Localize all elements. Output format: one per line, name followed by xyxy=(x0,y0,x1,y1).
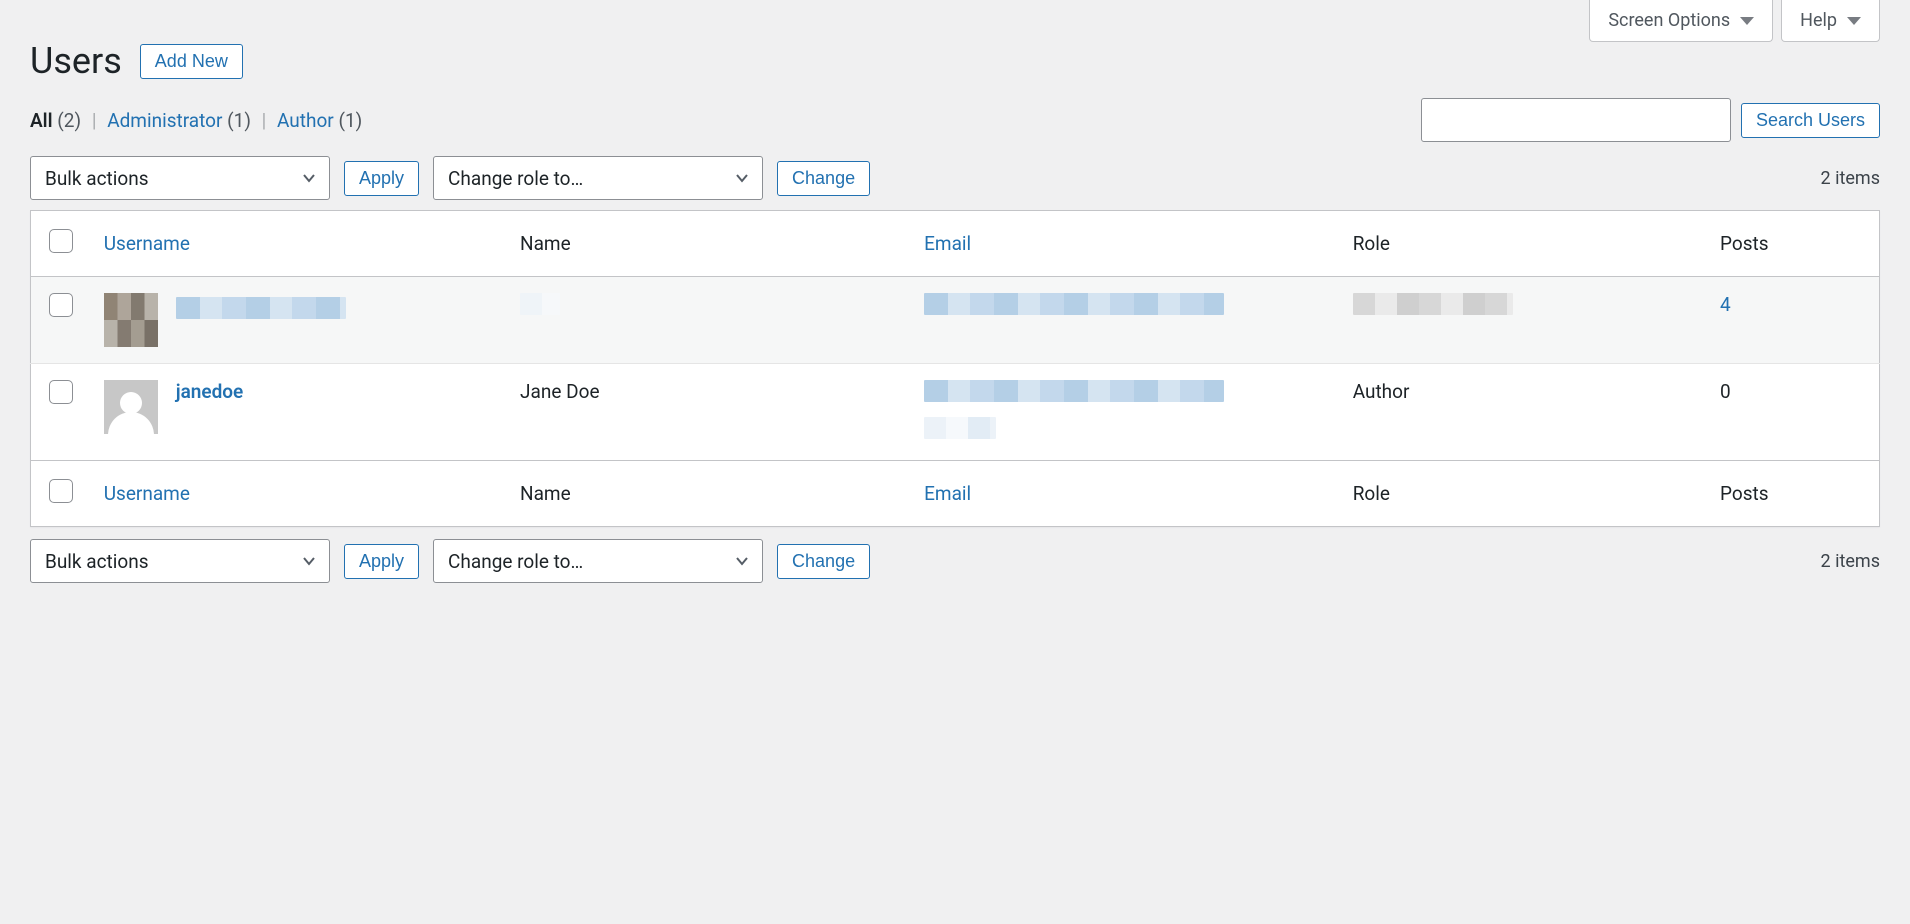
add-new-button[interactable]: Add New xyxy=(140,44,243,79)
table-row: janedoe Jane Doe Author 0 xyxy=(31,364,1880,461)
col-name: Name xyxy=(508,211,912,277)
filter-administrator[interactable]: Administrator (1) xyxy=(107,109,255,132)
apply-button[interactable]: Apply xyxy=(344,161,419,196)
col-posts: Posts xyxy=(1708,211,1879,277)
redacted-email xyxy=(924,380,1224,402)
chevron-down-icon xyxy=(734,553,750,569)
user-role: Author xyxy=(1341,364,1708,461)
filter-all[interactable]: All (2) xyxy=(30,109,86,132)
search-box: Search Users xyxy=(1421,98,1880,142)
items-count: 2 items xyxy=(1821,168,1880,189)
change-button[interactable]: Change xyxy=(777,544,870,579)
screen-options-tab[interactable]: Screen Options xyxy=(1589,0,1773,42)
change-role-label: Change role to… xyxy=(448,550,583,573)
change-button[interactable]: Change xyxy=(777,161,870,196)
select-all-checkbox[interactable] xyxy=(49,229,73,253)
col-username[interactable]: Username xyxy=(104,482,190,505)
change-role-select[interactable]: Change role to… xyxy=(433,539,763,583)
col-username[interactable]: Username xyxy=(104,232,190,255)
search-input[interactable] xyxy=(1421,98,1731,142)
row-checkbox[interactable] xyxy=(49,380,73,404)
chevron-down-icon xyxy=(301,553,317,569)
chevron-down-icon xyxy=(1847,17,1861,25)
help-label: Help xyxy=(1800,10,1837,31)
filter-links: All (2) | Administrator (1) | Author (1) xyxy=(30,109,362,132)
col-name: Name xyxy=(508,461,912,527)
select-all-checkbox[interactable] xyxy=(49,479,73,503)
search-users-button[interactable]: Search Users xyxy=(1741,103,1880,138)
row-checkbox[interactable] xyxy=(49,293,73,317)
help-tab[interactable]: Help xyxy=(1781,0,1880,42)
top-help-tabs: Screen Options Help xyxy=(1589,0,1880,42)
bulk-actions-select[interactable]: Bulk actions xyxy=(30,156,330,200)
separator: | xyxy=(86,109,103,132)
redacted-username xyxy=(176,297,346,319)
chevron-down-icon xyxy=(1740,17,1754,25)
posts-count-link[interactable]: 4 xyxy=(1720,293,1731,316)
col-email[interactable]: Email xyxy=(924,482,971,505)
filter-author[interactable]: Author (1) xyxy=(277,109,362,132)
redacted-email xyxy=(924,293,1224,315)
posts-count: 0 xyxy=(1708,364,1879,461)
col-role: Role xyxy=(1341,461,1708,527)
users-table: Username Name Email Role Posts xyxy=(30,210,1880,527)
avatar xyxy=(104,380,158,434)
redacted-role xyxy=(1353,293,1513,315)
bulk-actions-label: Bulk actions xyxy=(45,167,149,190)
user-name: Jane Doe xyxy=(508,364,912,461)
col-email[interactable]: Email xyxy=(924,232,971,255)
avatar xyxy=(104,293,158,347)
redacted-name xyxy=(520,293,560,315)
col-role: Role xyxy=(1341,211,1708,277)
col-posts: Posts xyxy=(1708,461,1879,527)
change-role-label: Change role to… xyxy=(448,167,583,190)
bulk-actions-label: Bulk actions xyxy=(45,550,149,573)
redacted-email xyxy=(924,417,996,439)
screen-options-label: Screen Options xyxy=(1608,10,1730,31)
chevron-down-icon xyxy=(734,170,750,186)
table-row: 4 xyxy=(31,277,1880,364)
apply-button[interactable]: Apply xyxy=(344,544,419,579)
username-link[interactable]: janedoe xyxy=(176,380,244,403)
change-role-select[interactable]: Change role to… xyxy=(433,156,763,200)
bulk-actions-select[interactable]: Bulk actions xyxy=(30,539,330,583)
items-count: 2 items xyxy=(1821,551,1880,572)
page-title: Users xyxy=(30,40,122,82)
chevron-down-icon xyxy=(301,170,317,186)
separator: | xyxy=(256,109,273,132)
